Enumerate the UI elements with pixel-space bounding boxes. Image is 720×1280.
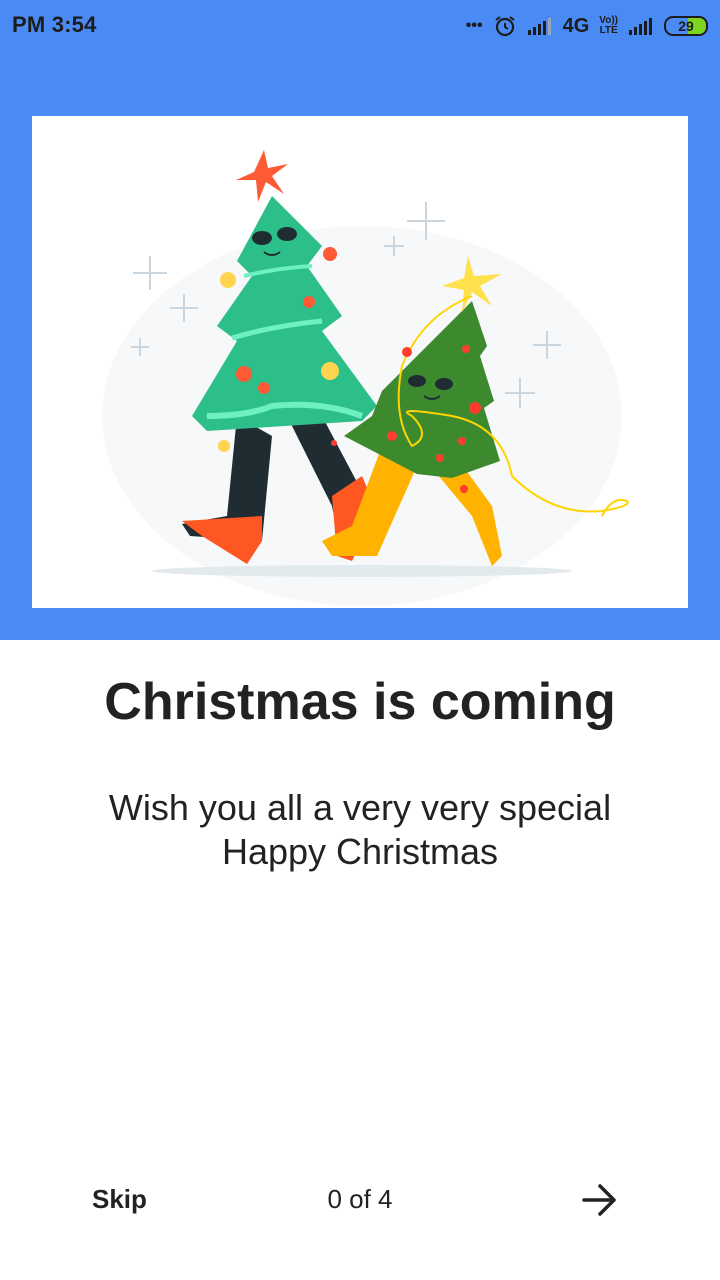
network-type: 4G: [562, 14, 590, 37]
battery-icon: 29: [664, 16, 708, 36]
status-icons: ••• 4G Vo)) LTE 29: [466, 11, 708, 41]
christmas-trees-illustration: [102, 150, 629, 606]
volte-icon: Vo)) LTE: [599, 16, 618, 36]
battery-level: 29: [678, 18, 694, 34]
header-panel: PM 3:54 ••• 4G Vo)) LTE 29: [0, 0, 720, 640]
illustration: [32, 116, 688, 608]
signal-icon: [629, 18, 652, 35]
subtitle-line-2: Happy Christmas: [221, 831, 499, 872]
page-title: Christmas is coming: [104, 673, 616, 731]
status-bar: PM 3:54 ••• 4G Vo)) LTE 29: [0, 0, 720, 52]
arrow-right-icon: [582, 1184, 616, 1216]
more-dots-icon: •••: [465, 17, 483, 34]
subtitle-line-1: Wish you all a very very special: [108, 787, 612, 828]
page-subtitle: Wish you all a very very special Happy C…: [60, 786, 660, 874]
onboarding-footer: Skip 0 of 4: [0, 1170, 720, 1230]
alarm-icon: [495, 16, 515, 37]
signal-icon: [527, 18, 551, 35]
next-button[interactable]: [580, 1182, 620, 1218]
status-time: PM 3:54: [12, 12, 97, 37]
volte-bottom: LTE: [599, 25, 618, 36]
